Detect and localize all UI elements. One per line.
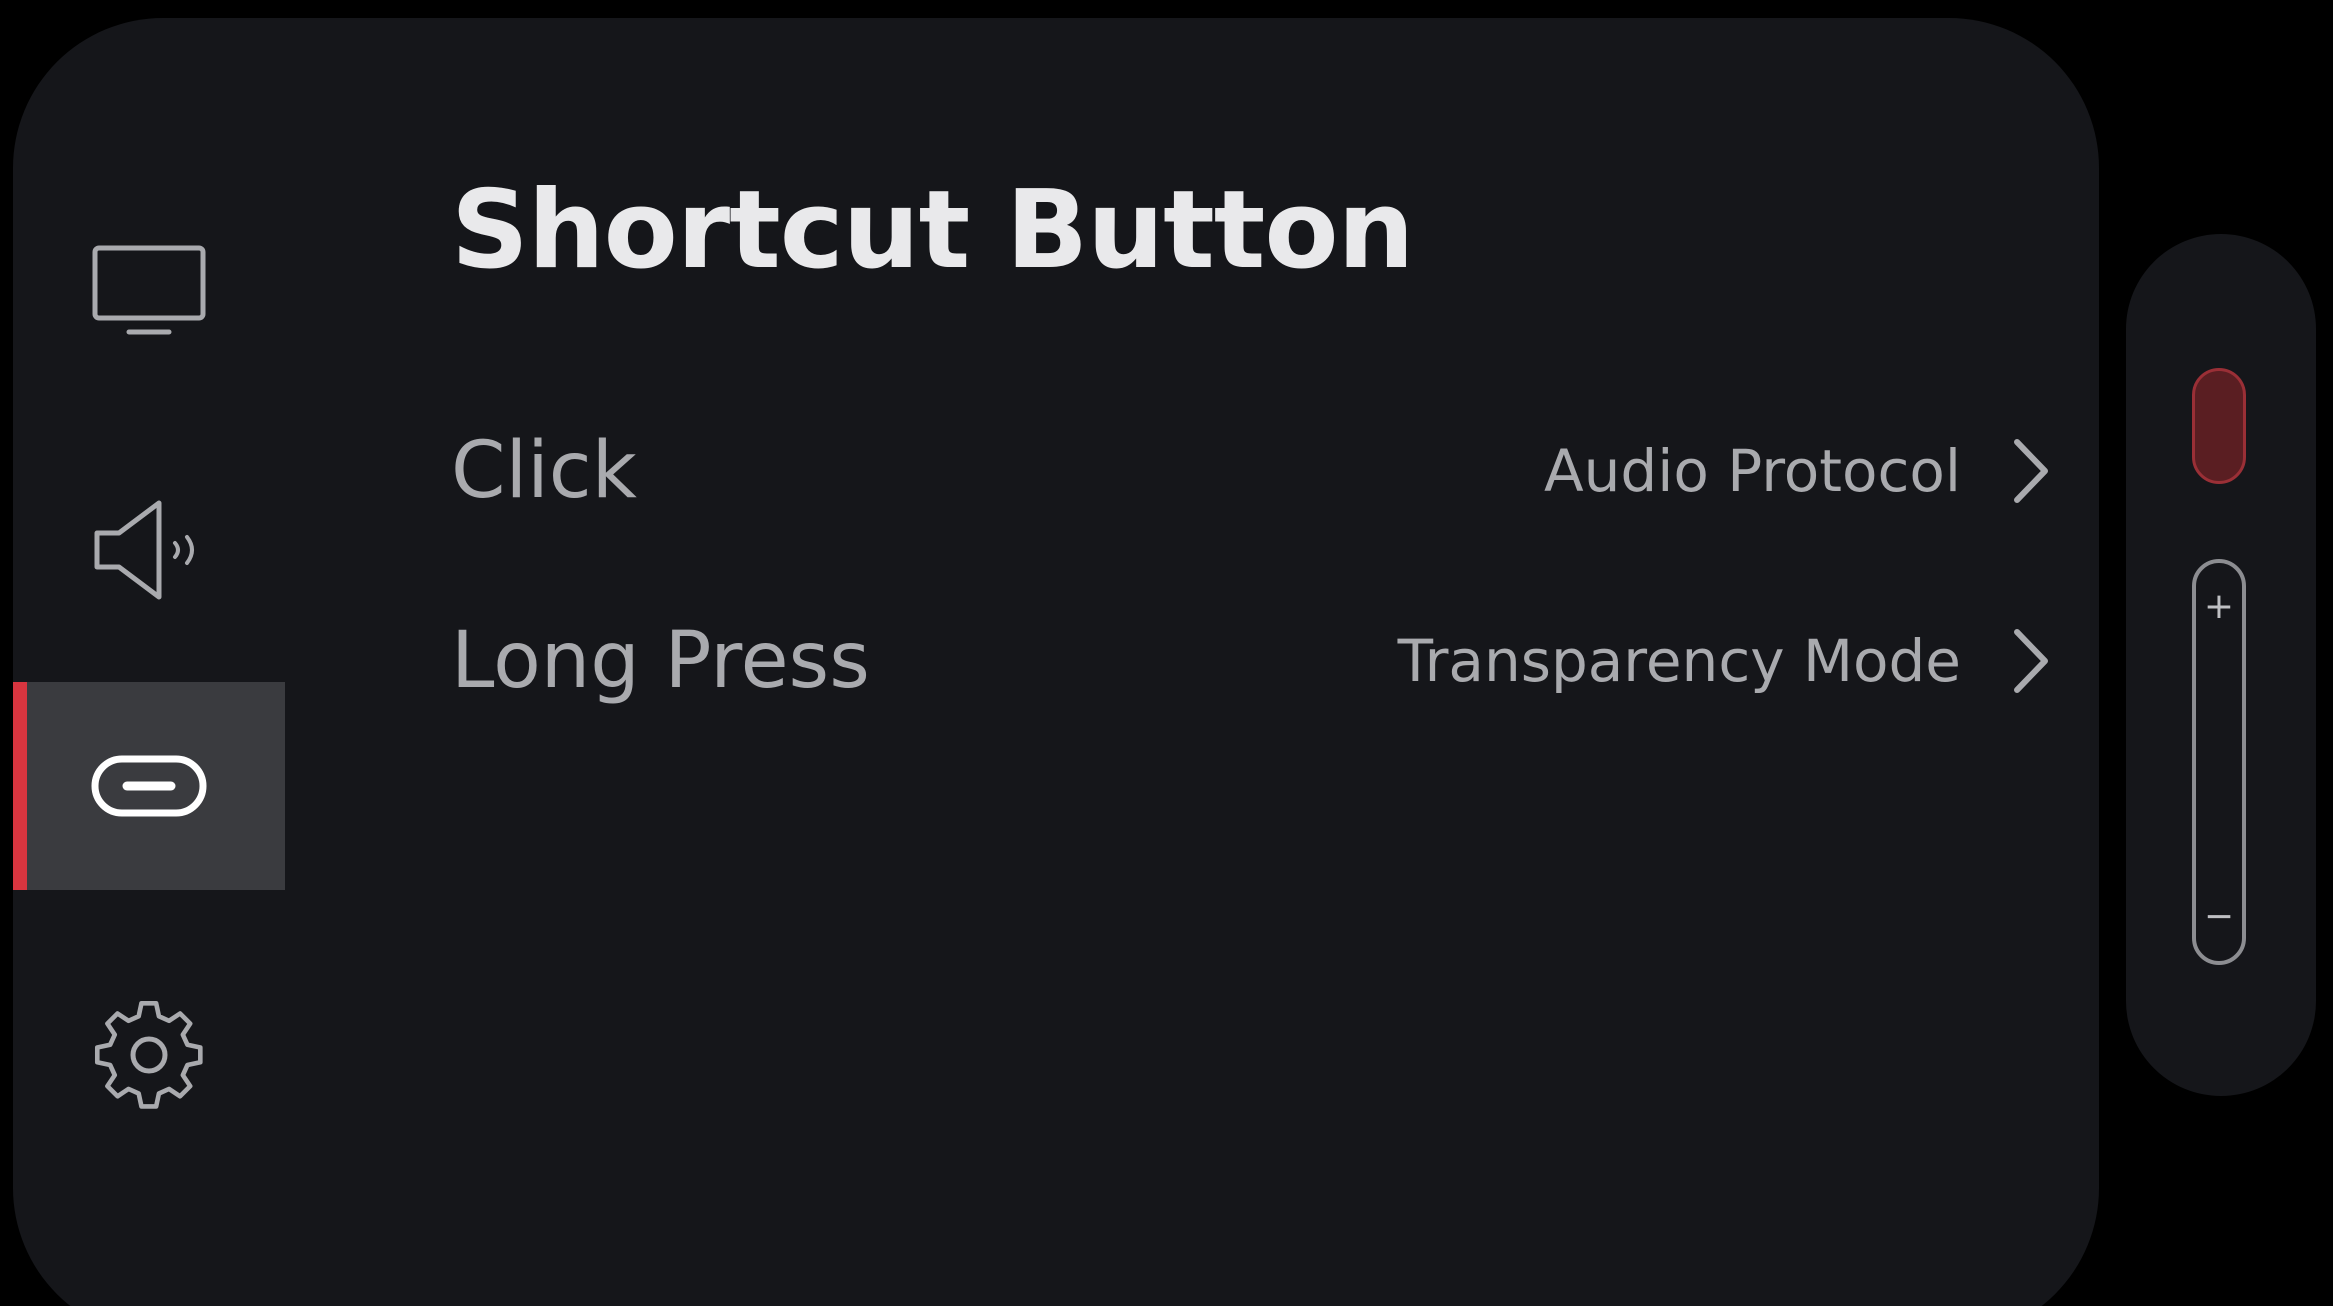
row-label: Click	[451, 426, 637, 516]
monitor-icon	[92, 245, 206, 335]
volume-down-icon[interactable]: −	[2196, 899, 2242, 935]
record-button[interactable]	[2192, 368, 2246, 484]
speaker-icon	[94, 500, 194, 600]
sidebar-item-shortcut-button[interactable]	[13, 682, 285, 890]
settings-panel: Shortcut Button Click Audio Protocol Lon…	[13, 18, 2099, 1306]
active-indicator	[13, 682, 27, 890]
row-label: Long Press	[451, 616, 870, 706]
gear-icon	[94, 1001, 203, 1109]
device-screen: Shortcut Button Click Audio Protocol Lon…	[0, 0, 2333, 1306]
row-value: Transparency Mode	[1397, 627, 1961, 695]
capsule-button-icon	[91, 755, 207, 817]
chevron-right-icon	[1961, 626, 2051, 696]
chevron-right-icon	[1961, 436, 2051, 506]
sidebar-item-display[interactable]	[13, 188, 285, 396]
volume-slider[interactable]: + −	[2192, 559, 2246, 965]
setting-row-long-press[interactable]: Long Press Transparency Mode	[451, 596, 2051, 726]
volume-up-icon[interactable]: +	[2196, 589, 2242, 625]
side-remote: + −	[2126, 234, 2316, 1096]
row-value: Audio Protocol	[1543, 437, 1961, 505]
sidebar-item-sound[interactable]	[13, 446, 285, 654]
page-title: Shortcut Button	[451, 168, 1414, 293]
setting-row-click[interactable]: Click Audio Protocol	[451, 406, 2051, 536]
sidebar-item-settings[interactable]	[13, 952, 285, 1160]
